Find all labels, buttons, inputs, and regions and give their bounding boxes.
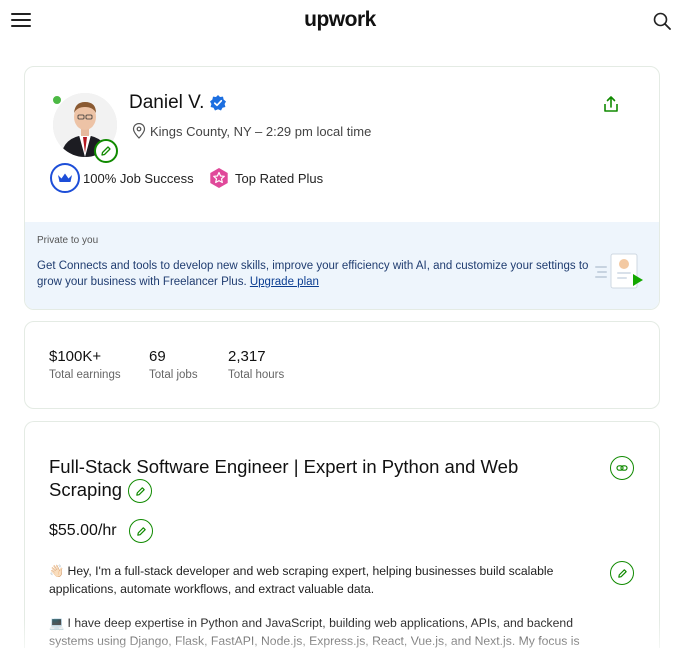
profile-title: Full-Stack Software Engineer | Expert in… bbox=[49, 455, 549, 504]
search-icon[interactable] bbox=[653, 12, 671, 30]
online-status-dot bbox=[52, 95, 62, 105]
edit-rate-button[interactable] bbox=[129, 519, 153, 543]
profile-overview-card: Full-Stack Software Engineer | Expert in… bbox=[24, 421, 660, 648]
top-navigation: upwork bbox=[0, 0, 680, 44]
profile-name: Daniel V. bbox=[129, 92, 205, 113]
description-paragraph: 👋🏻 Hey, I'm a full-stack developer and w… bbox=[49, 564, 554, 596]
pencil-icon bbox=[617, 568, 627, 578]
job-success-label: 100% Job Success bbox=[83, 171, 194, 186]
pencil-icon bbox=[135, 487, 145, 496]
location-text: Kings County, NY – 2:29 pm local time bbox=[150, 124, 372, 139]
stat-label: Total jobs bbox=[149, 369, 198, 381]
private-message: Get Connects and tools to develop new sk… bbox=[37, 258, 597, 290]
stat-value: $100K+ bbox=[49, 348, 102, 365]
edit-title-button[interactable] bbox=[128, 479, 153, 504]
description-paragraph: 💻 I have deep expertise in Python and Ja… bbox=[49, 616, 580, 648]
crown-icon bbox=[58, 173, 72, 182]
stat-total-jobs: 69 Total jobs bbox=[149, 348, 198, 381]
private-label: Private to you bbox=[37, 235, 99, 246]
private-upsell-banner: Private to you Get Connects and tools to… bbox=[25, 222, 659, 309]
upgrade-illustration-icon bbox=[595, 253, 643, 289]
pencil-icon bbox=[101, 146, 111, 156]
upgrade-plan-link[interactable]: Upgrade plan bbox=[250, 276, 319, 288]
stat-label: Total hours bbox=[228, 369, 285, 381]
top-rated-plus-label: Top Rated Plus bbox=[235, 171, 324, 186]
profile-title-text: Full-Stack Software Engineer | Expert in… bbox=[49, 456, 519, 500]
stat-label: Total earnings bbox=[49, 369, 121, 381]
stat-value: 2,317 bbox=[228, 348, 266, 365]
hourly-rate: $55.00/hr bbox=[49, 522, 117, 539]
pencil-icon bbox=[136, 526, 146, 536]
profile-card: Daniel V. Kings County, NY – 2:29 pm loc… bbox=[24, 66, 660, 310]
edit-description-button[interactable] bbox=[610, 561, 634, 585]
job-success-badge bbox=[50, 163, 80, 193]
stats-card: $100K+ Total earnings 69 Total jobs 2,31… bbox=[24, 321, 660, 409]
share-icon[interactable] bbox=[602, 95, 620, 113]
location-pin-icon bbox=[132, 123, 146, 139]
stat-value: 69 bbox=[149, 348, 166, 365]
stat-total-earnings: $100K+ Total earnings bbox=[49, 348, 121, 381]
link-icon bbox=[616, 465, 628, 471]
edit-avatar-button[interactable] bbox=[94, 139, 118, 163]
stat-total-hours: 2,317 Total hours bbox=[228, 348, 284, 381]
upwork-logo[interactable]: upwork bbox=[0, 8, 680, 32]
top-rated-plus-icon bbox=[210, 168, 228, 188]
copy-link-button[interactable] bbox=[610, 456, 634, 480]
verified-badge-icon bbox=[210, 95, 226, 111]
